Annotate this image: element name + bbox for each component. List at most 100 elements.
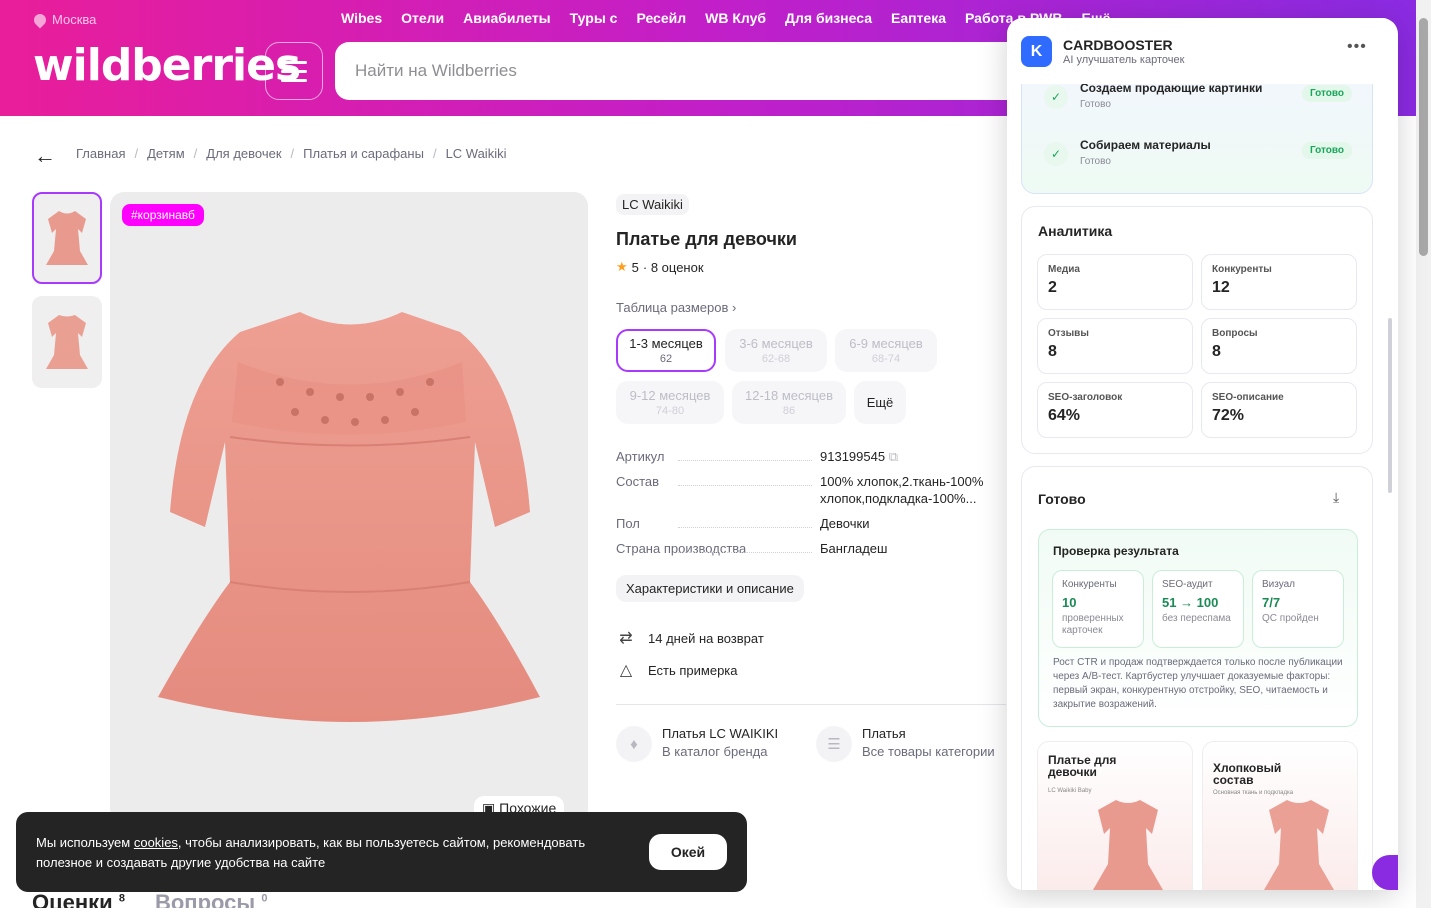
size-option-6-9[interactable]: 6-9 месяцев 68-74 bbox=[835, 329, 937, 372]
nav-item-wb-club[interactable]: WB Клуб bbox=[705, 10, 766, 26]
search-input[interactable] bbox=[335, 42, 1035, 100]
hanger-icon: △ bbox=[619, 662, 633, 679]
brand-chip[interactable]: LC Waikiki bbox=[616, 194, 689, 215]
nav-item-wibes[interactable]: Wibes bbox=[341, 10, 382, 26]
verify-title: Проверка результата bbox=[1053, 544, 1179, 558]
thumbnail-2[interactable] bbox=[32, 296, 102, 388]
metric-seo-title: SEO-заголовок 64% bbox=[1037, 382, 1193, 438]
tab-ratings[interactable]: Оценки 8 bbox=[32, 890, 125, 908]
rating-value: 5 bbox=[631, 259, 639, 275]
spec-label: Состав bbox=[616, 474, 816, 489]
cardbooster-logo: K bbox=[1021, 36, 1052, 67]
panel-header: K CARDBOOSTER AI улучшатель карточек ••• bbox=[1007, 18, 1387, 84]
metric-seo-description: SEO-описание 72% bbox=[1201, 382, 1357, 438]
top-navigation: Wibes Отели Авиабилеты Туры с Ресейл WB … bbox=[341, 10, 1110, 26]
analytics-card: Аналитика Медиа 2 Конкуренты 12 Отзывы 8 Во… bbox=[1021, 206, 1373, 454]
product-main-image[interactable]: #корзинавб bbox=[110, 192, 588, 822]
verify-block: Проверка результата Конкуренты 10 проверен… bbox=[1038, 529, 1358, 727]
verify-visual: Визуал 7/7 QC пройден bbox=[1252, 570, 1344, 648]
spec-label: Артикул bbox=[616, 449, 816, 464]
menu-button[interactable] bbox=[265, 42, 323, 100]
size-option-12-18[interactable]: 12-18 месяцев 86 bbox=[732, 381, 846, 424]
thumbnail-1[interactable] bbox=[32, 192, 102, 284]
metric-reviews: Отзывы 8 bbox=[1037, 318, 1193, 374]
page-scrollbar[interactable] bbox=[1416, 0, 1431, 908]
status-badge: Готово bbox=[1301, 142, 1352, 159]
article-value[interactable]: 913199545 ⧉ bbox=[820, 448, 1000, 465]
return-arrows-icon: ⇄ bbox=[619, 630, 633, 647]
check-icon: ✓ bbox=[1044, 85, 1068, 109]
verify-seo-audit: SEO-аудит 51 → 100 без переспама bbox=[1152, 570, 1244, 648]
cookie-text: Мы используем cookies, чтобы анализирова… bbox=[36, 835, 586, 870]
reviews-tabs: Оценки 8 Вопросы 0 bbox=[32, 890, 267, 908]
step-item: ✓ Создаем продающие картинки Готово Готов… bbox=[1044, 81, 1364, 110]
breadcrumb-item[interactable]: Главная bbox=[76, 146, 125, 161]
panel-title: CARDBOOSTER bbox=[1063, 37, 1173, 53]
generated-image-preview-1[interactable]: Платье для девочки LC Waikiki Baby bbox=[1037, 741, 1193, 890]
nav-item-eapteka[interactable]: Еаптека bbox=[891, 10, 946, 26]
verify-note: Рост CTR и продаж подтверждается только … bbox=[1053, 657, 1343, 710]
metric-media: Медиа 2 bbox=[1037, 254, 1193, 310]
size-option-3-6[interactable]: 3-6 месяцев 62-68 bbox=[725, 329, 827, 372]
fitting-feature: △ Есть примерка bbox=[616, 660, 738, 680]
size-option-1-3[interactable]: 1-3 месяцев 62 bbox=[616, 329, 716, 372]
rating[interactable]: ★ 5 · 8 оценок bbox=[616, 259, 704, 275]
chevron-right-icon: › bbox=[732, 300, 737, 315]
ready-title: Готово bbox=[1038, 491, 1086, 507]
tab-questions[interactable]: Вопросы 0 bbox=[155, 890, 267, 908]
city-name: Москва bbox=[52, 12, 97, 27]
nav-item-resale[interactable]: Ресейл bbox=[636, 10, 686, 26]
details-button[interactable]: Характеристики и описание bbox=[616, 575, 804, 602]
nav-item-flights[interactable]: Авиабилеты bbox=[463, 10, 551, 26]
step-item: ✓ Собираем материалы Готово Готово bbox=[1044, 138, 1364, 167]
return-feature: ⇄ 14 дней на возврат bbox=[616, 628, 764, 648]
panel-subtitle: AI улучшатель карточек bbox=[1063, 54, 1185, 66]
spec-value: 100% хлопок,2.ткань-100% хлопок,подкладк… bbox=[820, 474, 984, 506]
dress-image bbox=[158, 312, 540, 722]
generated-image-preview-2[interactable]: Хлопковый состав Основная ткань и подкла… bbox=[1202, 741, 1358, 890]
metric-questions: Вопросы 8 bbox=[1201, 318, 1357, 374]
city-selector[interactable]: Москва bbox=[31, 11, 97, 28]
wildberries-logo[interactable]: wildberries bbox=[33, 40, 301, 91]
verify-competitors: Конкуренты 10 проверенных карточек bbox=[1052, 570, 1144, 648]
nav-item-tours[interactable]: Туры с bbox=[570, 10, 618, 26]
metric-competitors: Конкуренты 12 bbox=[1201, 254, 1357, 310]
nav-item-hotels[interactable]: Отели bbox=[401, 10, 444, 26]
category-link[interactable]: ☰ Платья Все товары категории bbox=[816, 726, 995, 762]
more-options-icon[interactable]: ••• bbox=[1347, 38, 1367, 56]
breadcrumb-item[interactable]: Детям bbox=[147, 146, 185, 161]
download-icon[interactable]: ⤓ bbox=[1333, 489, 1339, 506]
panel-scrollbar[interactable] bbox=[1388, 318, 1392, 493]
brand-catalog-link[interactable]: ♦ Платья LC WAIKIKI В каталог бренда bbox=[616, 726, 778, 762]
cookies-link[interactable]: cookies bbox=[134, 835, 178, 850]
dress-preview-image bbox=[1263, 800, 1335, 890]
dress-preview-image bbox=[1092, 800, 1164, 890]
cookie-ok-button[interactable]: Окей bbox=[649, 834, 727, 870]
product-title: Платье для девочки bbox=[616, 229, 797, 249]
promo-badge[interactable]: #корзинавб bbox=[122, 204, 204, 226]
back-arrow-icon[interactable]: ← bbox=[34, 143, 56, 169]
menu-icon bbox=[281, 60, 307, 64]
cardbooster-panel: K CARDBOOSTER AI улучшатель карточек •••… bbox=[1007, 18, 1398, 890]
copy-icon[interactable]: ⧉ bbox=[889, 449, 898, 464]
nav-item-business[interactable]: Для бизнеса bbox=[785, 10, 872, 26]
reviews-count: · 8 оценок bbox=[642, 259, 704, 275]
breadcrumb-item[interactable]: LC Waikiki bbox=[446, 146, 507, 161]
dress-thumbnail-image bbox=[46, 211, 88, 265]
more-sizes-button[interactable]: Ещё bbox=[854, 381, 906, 424]
spec-value: Девочки bbox=[820, 516, 870, 531]
breadcrumb-item[interactable]: Платья и сарафаны bbox=[303, 146, 424, 161]
layers-icon: ☰ bbox=[816, 726, 852, 762]
status-badge: Готово bbox=[1301, 85, 1352, 102]
breadcrumb: Главная / Детям / Для девочек / Платья и са… bbox=[76, 146, 507, 161]
size-table-link[interactable]: Таблица размеров › bbox=[616, 300, 736, 315]
check-icon: ✓ bbox=[1044, 142, 1068, 166]
ready-card: Готово ⤓ Проверка результата Конкуренты 1… bbox=[1021, 466, 1373, 890]
size-option-9-12[interactable]: 9-12 месяцев 74-80 bbox=[616, 381, 724, 424]
page: Москва Wibes Отели Авиабилеты Туры с Рес… bbox=[0, 0, 1431, 908]
spec-label: Пол bbox=[616, 516, 816, 531]
divider bbox=[616, 704, 1006, 705]
analytics-title: Аналитика bbox=[1038, 223, 1113, 239]
breadcrumb-item[interactable]: Для девочек bbox=[206, 146, 281, 161]
spec-value: Бангладеш bbox=[820, 541, 888, 556]
